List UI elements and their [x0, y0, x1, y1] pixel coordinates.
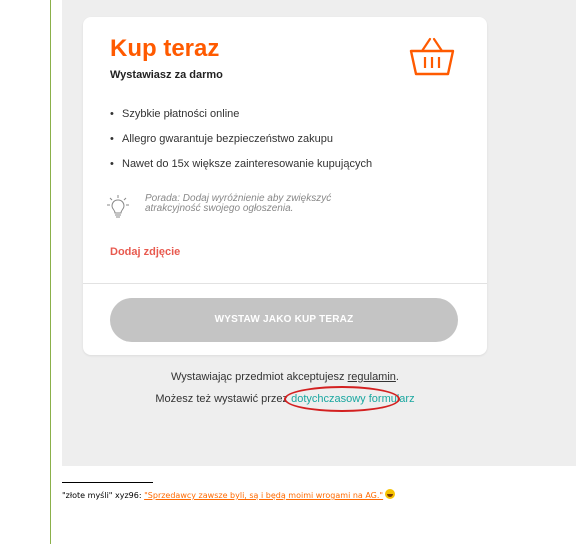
feature-item: Nawet do 15x większe zainteresowanie kup…: [110, 157, 372, 182]
feature-list: Szybkie płatności online Allegro gwarant…: [110, 107, 372, 182]
tip: Porada: Dodaj wyróżnienie aby zwiększyć …: [107, 193, 447, 223]
legacy-form-link[interactable]: dotychczasowy formularz: [291, 393, 415, 405]
lightbulb-icon: [107, 195, 129, 218]
tip-text: Porada: Dodaj wyróżnienie aby zwiększyć …: [145, 193, 332, 214]
feature-item: Szybkie płatności online: [110, 107, 372, 132]
terms-prefix: Wystawiając przedmiot akceptujesz: [171, 371, 348, 383]
grin-emoji-icon: [385, 489, 396, 499]
basket-icon: [409, 37, 455, 76]
add-photo-link[interactable]: Dodaj zdjęcie: [110, 246, 180, 258]
signature-prefix: "złote myśli" xyz96:: [62, 491, 145, 500]
left-border: [50, 0, 51, 544]
feature-item: Allegro gwarantuje bezpieczeństwo zakupu: [110, 132, 372, 157]
alternative-form-line: Możesz też wystawić przez dotychczasowy …: [83, 393, 487, 405]
list-buy-now-button[interactable]: WYSTAW JAKO KUP TERAZ: [110, 298, 458, 342]
alt-prefix: Możesz też wystawić przez: [155, 393, 292, 405]
card-title: Kup teraz: [110, 35, 220, 62]
buy-now-card: Kup teraz Wystawiasz za darmo Szybkie pł…: [83, 17, 487, 355]
signature-divider: [62, 482, 153, 483]
divider: [83, 283, 487, 284]
signature-quote-link[interactable]: "Sprzedawcy zawsze byli, są i będą moimi…: [144, 491, 383, 500]
forum-signature: "złote myśli" xyz96: "Sprzedawcy zawsze …: [62, 489, 396, 500]
terms-link[interactable]: regulamin: [348, 371, 396, 383]
card-subtitle: Wystawiasz za darmo: [110, 69, 223, 81]
terms-suffix: .: [395, 371, 399, 383]
terms-line: Wystawiając przedmiot akceptujesz regula…: [83, 371, 487, 383]
